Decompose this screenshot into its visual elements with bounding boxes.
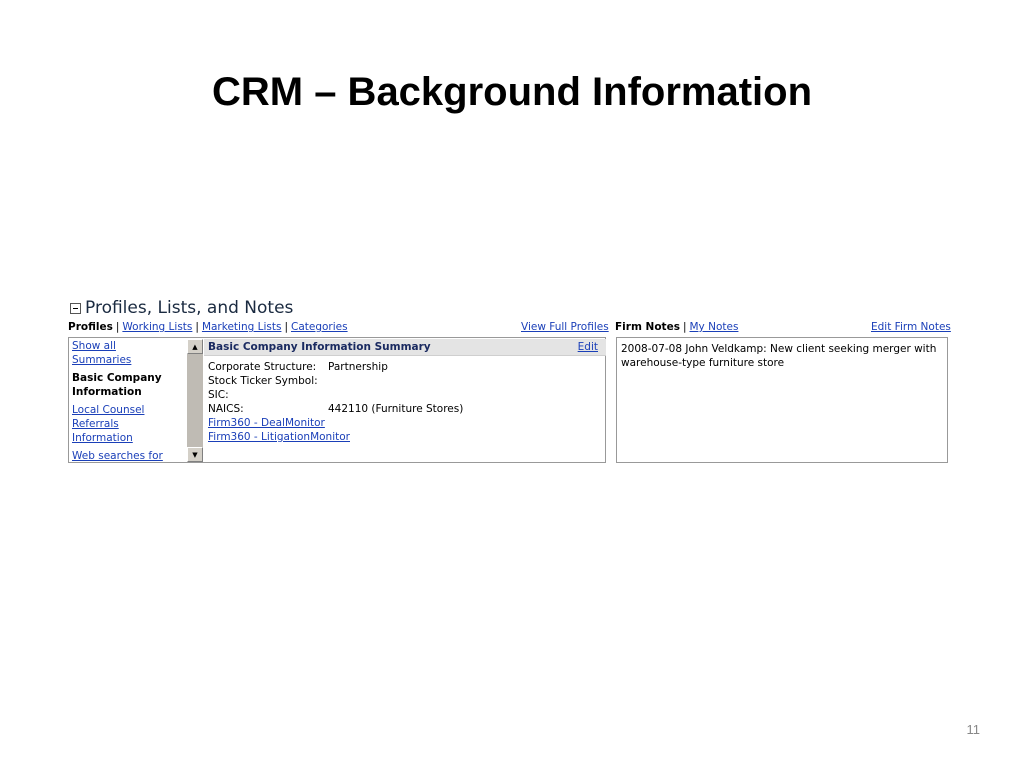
firm-note-text: 2008-07-08 John Veldkamp: New client see…: [621, 343, 937, 369]
nav-item-label: Information: [72, 386, 142, 398]
summary-edit-link[interactable]: Edit: [578, 339, 598, 355]
nav-item-label: Basic Company: [72, 372, 162, 384]
summary-header: Basic Company Information Summary Edit: [204, 339, 606, 356]
field-label: SIC:: [208, 389, 229, 401]
scroll-track[interactable]: [187, 354, 203, 447]
edit-firm-notes-link[interactable]: Edit Firm Notes: [871, 321, 951, 333]
profile-nav-list: Show all Summaries Basic Company Informa…: [70, 339, 185, 462]
panel-title: Profiles, Lists, and Notes: [85, 298, 294, 318]
nav-item-web-searches[interactable]: Web searches for: [70, 449, 185, 462]
scroll-up-arrow-icon[interactable]: ▲: [187, 339, 203, 354]
tab-firm-notes[interactable]: Firm Notes: [615, 321, 680, 333]
panel-header: Profiles, Lists, and Notes: [68, 298, 293, 318]
view-full-profiles-row: View Full Profiles: [521, 321, 609, 335]
field-naics: NAICS: 442110 (Furniture Stores): [208, 402, 606, 416]
firm360-dealmonitor-link[interactable]: Firm360 - DealMonitor: [208, 416, 606, 430]
nav-item-local-counsel[interactable]: Local Counsel: [70, 403, 185, 417]
field-corporate-structure: Corporate Structure: Partnership: [208, 360, 606, 374]
edit-firm-notes-row: Edit Firm Notes: [871, 321, 951, 335]
profiles-lists-notes-panel: Profiles, Lists, and Notes Profiles | Work…: [68, 298, 952, 466]
view-full-profiles-link[interactable]: View Full Profiles: [521, 321, 609, 333]
tab-profiles[interactable]: Profiles: [68, 321, 113, 333]
slide-title: CRM – Background Information: [211, 70, 813, 114]
nav-item-show-all[interactable]: Show all: [70, 339, 185, 353]
field-sic: SIC:: [208, 388, 606, 402]
collapse-minus-icon[interactable]: [70, 302, 81, 314]
nav-item-referrals-information[interactable]: Information: [70, 431, 185, 445]
notes-tabs: Firm Notes | My Notes: [615, 321, 738, 335]
nav-item-referrals[interactable]: Referrals: [70, 417, 185, 431]
nav-item-basic-company-information[interactable]: Basic Company Information: [70, 371, 185, 399]
field-value: 442110 (Furniture Stores): [328, 403, 464, 415]
firm-notes-box: 2008-07-08 John Veldkamp: New client see…: [616, 337, 948, 463]
profiles-box: Show all Summaries Basic Company Informa…: [68, 337, 606, 463]
tab-working-lists[interactable]: Working Lists: [122, 321, 192, 333]
nav-scrollbar[interactable]: ▲ ▼: [187, 339, 203, 462]
tab-categories[interactable]: Categories: [291, 321, 348, 333]
summary-title: Basic Company Information Summary: [208, 341, 431, 353]
tab-my-notes[interactable]: My Notes: [690, 321, 739, 333]
profile-tabs: Profiles | Working Lists | Marketing Lists | C…: [68, 321, 348, 335]
firm360-litigationmonitor-link[interactable]: Firm360 - LitigationMonitor: [208, 430, 606, 444]
tab-separator: |: [195, 321, 199, 333]
field-label: Corporate Structure:: [208, 361, 317, 373]
field-label: Stock Ticker Symbol:: [208, 375, 318, 387]
tab-separator: |: [115, 321, 120, 333]
nav-item-summaries[interactable]: Summaries: [70, 353, 185, 367]
field-label: NAICS:: [208, 403, 244, 415]
summary-body: Corporate Structure: Partnership Stock T…: [204, 356, 606, 444]
tab-separator: |: [682, 321, 687, 333]
slide-number: 11: [966, 722, 981, 737]
scroll-down-arrow-icon[interactable]: ▼: [187, 447, 203, 462]
tab-marketing-lists[interactable]: Marketing Lists: [202, 321, 282, 333]
field-value: Partnership: [328, 361, 388, 373]
field-stock-ticker: Stock Ticker Symbol:: [208, 374, 606, 388]
tab-separator: |: [284, 321, 288, 333]
summary-area: Basic Company Information Summary Edit C…: [204, 339, 606, 462]
